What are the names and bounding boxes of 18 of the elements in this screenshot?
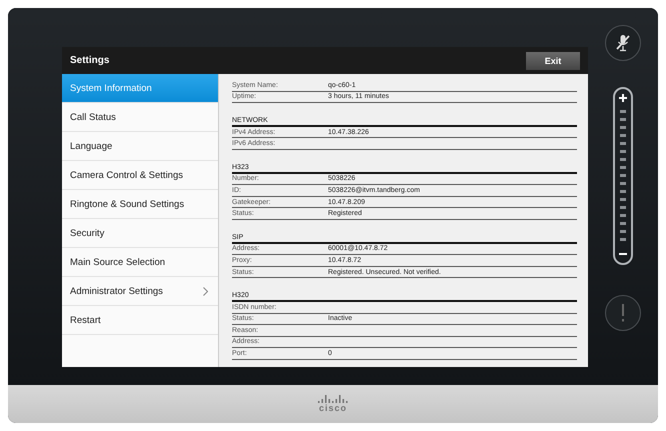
- menu-item[interactable]: Ringtone & Sound Settings: [62, 190, 218, 219]
- plus-icon[interactable]: [618, 93, 628, 103]
- menu-item[interactable]: Main Source Selection: [62, 248, 218, 277]
- exclamation-icon: [621, 304, 625, 322]
- menu-item[interactable]: Call Status: [62, 103, 218, 132]
- menu-item[interactable]: Administrator Settings: [62, 277, 218, 306]
- menu-item[interactable]: Camera Control & Settings: [62, 161, 218, 190]
- exit-button[interactable]: Exit: [526, 52, 580, 70]
- logo-bars-icon: [317, 395, 349, 403]
- muted-microphone-icon: [615, 34, 631, 52]
- screen-title: Settings: [70, 55, 110, 66]
- alert-button[interactable]: [605, 295, 641, 331]
- menu-item[interactable]: Restart: [62, 306, 218, 335]
- mute-microphone-button[interactable]: [605, 25, 641, 61]
- brand-wordmark: cisco: [318, 404, 347, 413]
- menu-item[interactable]: Security: [62, 219, 218, 248]
- menu-item[interactable]: Language: [62, 132, 218, 161]
- volume-control[interactable]: [613, 87, 633, 265]
